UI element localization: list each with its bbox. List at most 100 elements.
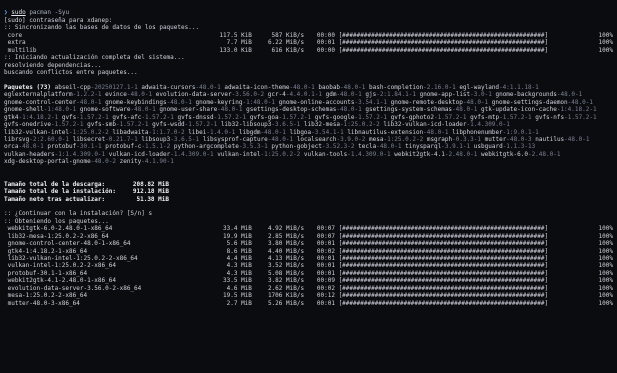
command-line: ❯ sudo pacman -Syu — [4, 9, 613, 16]
row-time: 00:07 — [316, 232, 335, 240]
package-version: -3.0-1 — [470, 91, 492, 99]
package-version: -48.0-1 — [556, 91, 583, 99]
package-item: gnome-backgrounds-48.0-1 — [495, 91, 582, 98]
package-name: gvfs — [61, 113, 77, 121]
package-name: gnome-keybindings — [105, 98, 167, 106]
row-percent: 100% — [598, 247, 613, 255]
package-version: -48.0-2 — [90, 158, 116, 166]
row-name: mutter-48.0-3-x86_64 — [4, 299, 80, 307]
row-name: gnome-control-center-48.0-1-x86_64 — [4, 240, 131, 248]
summary-value: 208.82 MiB — [132, 180, 169, 188]
package-name: gvfs-afc — [112, 113, 142, 121]
package-version: -48.0-1 — [260, 128, 286, 136]
package-name: zenity — [119, 158, 142, 166]
row-speed: 4.92 MiB/s — [267, 225, 305, 233]
package-item: gdm-48.0-1 — [326, 91, 362, 98]
row-name: vulkan-intel-1:25.0.2-2-x86_64 — [4, 262, 116, 270]
row-percent: 100% — [598, 277, 613, 285]
package-version: -1:25.0.2-2 — [383, 135, 424, 143]
package-item: gnome-shell-1:48.0-1 — [4, 106, 76, 113]
terminal-window[interactable]: ⮝ xdanep ~ ❯ sudo pacman -Syu [sudo] con… — [0, 0, 617, 373]
progress-bar: [#######################################… — [334, 269, 549, 277]
row-name: webkit2gtk-4.1-2.48.0-1-x86_64 — [4, 277, 116, 285]
package-item: gnome-software-48.0-1 — [80, 106, 156, 113]
progress-bar: [#######################################… — [334, 277, 549, 285]
row-percent: 100% — [598, 262, 613, 270]
row-time: 00:01 — [316, 262, 335, 270]
package-name: evince — [105, 91, 127, 99]
package-name: lib32-vulkan-icd-loader — [383, 121, 467, 129]
progress-bar: [#######################################… — [334, 292, 549, 300]
package-item: mesa-1:25.0.2-2 — [369, 136, 423, 143]
row-size: 33.5 MiB — [223, 277, 252, 285]
package-version: -2:1.84.1-1 — [376, 91, 416, 99]
packages-label: Paquetes (73) — [4, 83, 51, 91]
package-name: gnome-user-share — [159, 106, 218, 114]
package-name: vulkan-headers — [4, 150, 55, 158]
package-name: adwaita-cursors — [141, 83, 196, 91]
package-item: libgoa-3.54.1-1 — [289, 129, 343, 136]
package-version: -48.0-1 — [76, 98, 102, 106]
prompt-symbol: ❯ — [4, 9, 8, 17]
row-name: lib32-mesa-1:25.0.2-2-x86_64 — [4, 232, 109, 240]
package-name: xdg-desktop-portal-gnome — [4, 158, 91, 166]
package-name: egl-wayland — [459, 83, 500, 91]
full-upgrade-line: :: Iniciando actualización completa del … — [4, 54, 185, 62]
package-item: abseil-cpp-20250127.1-1 — [55, 84, 138, 91]
row-speed: 616 KiB/s — [271, 46, 305, 54]
package-name: libsysprof-capture — [202, 135, 268, 143]
row-size: 117.5 KiB — [219, 31, 252, 39]
package-item: lib32-vulkan-intel-1:25.0.2-2 — [4, 129, 109, 136]
package-item: baobab-48.0-1 — [318, 84, 365, 91]
package-version: -1.5.1-2 — [141, 143, 171, 151]
package-name: localsearch — [296, 135, 337, 143]
package-version: -48.0-1 — [336, 106, 362, 114]
package-name: evolution-data-server — [155, 91, 232, 99]
progress-bar: [#######################################… — [334, 39, 549, 47]
package-version: -2.48.0-1 — [527, 150, 561, 158]
download-row: gnome-control-center-48.0-1-x86_64 5.6 Mi… — [4, 240, 613, 247]
package-name: lib32-libsoup3 — [220, 121, 272, 129]
package-name: gnome-online-accounts — [278, 98, 355, 106]
row-speed: 5.08 MiB/s — [267, 269, 305, 277]
package-version: -1.4.309.0-1 — [466, 121, 510, 129]
package-name: gnome-keyring — [195, 98, 243, 106]
package-item: gsettings-system-schemas-48.0-1 — [365, 106, 477, 113]
fetch-header-line: :: Obteniendo los paquetes... — [4, 217, 109, 225]
sudo-password-line: [sudo] contraseña para xdanep: — [4, 16, 113, 24]
row-percent: 100% — [598, 31, 613, 39]
package-version: -48.0-1 — [289, 83, 315, 91]
package-item: gnome-remote-desktop-48.0-1 — [391, 99, 489, 106]
download-row: lib32-vulkan-intel-1:25.0.2-2-x86_64 4.4 … — [4, 255, 613, 262]
package-name: libsoup3 — [141, 135, 171, 143]
sync-rows: core 117.5 KiB 587 KiB/s 00:00 [###########… — [4, 32, 613, 54]
package-list: Paquetes (73) abseil-cpp-20250127.1-1 ad… — [4, 84, 604, 166]
package-name: libadwaita — [112, 128, 149, 136]
package-item: libsoup3-3.6.5-1 — [141, 136, 199, 143]
package-name: tecla — [358, 143, 377, 151]
package-name: gnome-control-center — [4, 98, 77, 106]
row-size: 4.4 MiB — [226, 255, 252, 263]
package-name: abseil-cpp — [54, 83, 91, 91]
prompt-header: ⮝ xdanep ~ — [4, 2, 613, 9]
package-item: orca-48.0-1 — [4, 143, 44, 150]
package-item: librsvg-2:2.60.0-1 — [4, 136, 69, 143]
row-time: 00:00 — [316, 31, 335, 39]
download-row: gtk4-1:4.18.2-1-x86_64 8.6 MiB 4.40 MiB/s 0… — [4, 248, 613, 255]
package-item: gvfs-mtp-1.57.2-1 — [470, 114, 531, 121]
package-item: xdg-desktop-portal-gnome-48.0-2 — [4, 158, 116, 165]
row-name: lib32-vulkan-intel-1:25.0.2-2-x86_64 — [4, 255, 138, 263]
confirm-question[interactable]: :: ¿Continuar con la instalación? [S/n] … — [4, 210, 613, 217]
sync-row: multilib 133.0 KiB 616 KiB/s 00:00 [#######… — [4, 47, 613, 54]
package-version: -3.6.5-1 — [170, 135, 200, 143]
package-version: -3.52.3-2 — [322, 143, 355, 151]
package-name: gvfs-smb — [87, 121, 117, 129]
row-size: 7.7 MiB — [226, 39, 252, 47]
package-version: -1.57.2-1 — [76, 113, 109, 121]
package-version: -1.4.309.0-1 — [170, 150, 214, 158]
row-time: 00:02 — [316, 247, 335, 255]
package-version: -1:25.0.2-2 — [260, 150, 301, 158]
package-name: python-argcomplete — [173, 143, 239, 151]
package-item: localsearch-3.9.0-2 — [297, 136, 366, 143]
package-version: -1:48.0-1 — [242, 98, 275, 106]
